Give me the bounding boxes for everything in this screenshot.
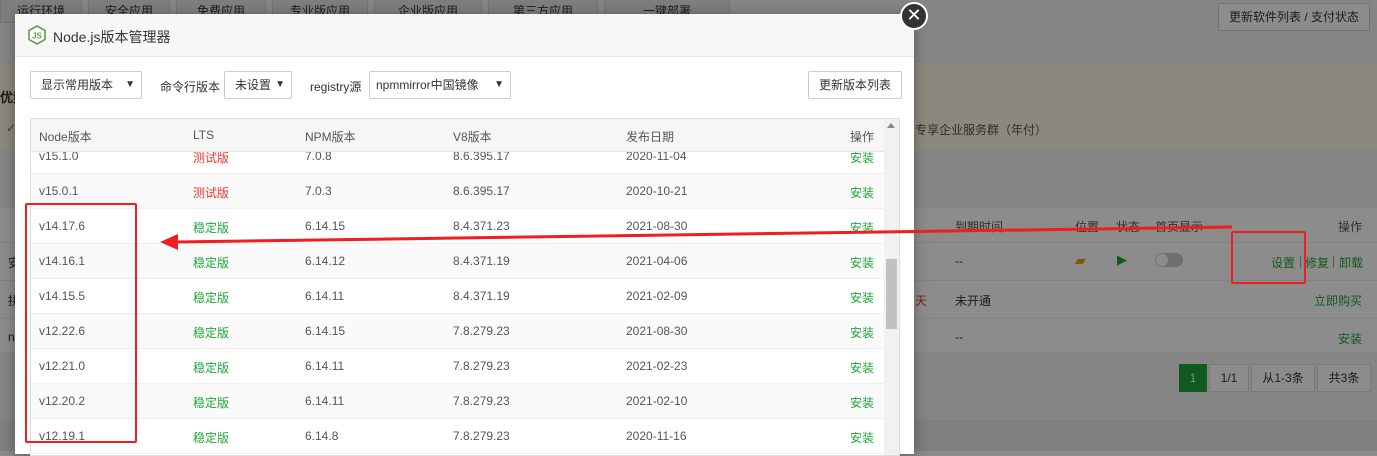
col-v8-version: V8版本 <box>453 130 492 144</box>
col-lts: LTS <box>193 128 215 142</box>
annotation-arrow <box>160 225 1233 250</box>
col-action: 操作 <box>850 130 875 144</box>
col-release-date: 发布日期 <box>626 130 675 144</box>
col-node-version: Node版本 <box>39 130 92 144</box>
version-table-header: Node版本 LTS NPM版本 V8版本 发布日期 操作 <box>31 119 884 152</box>
col-npm-version: NPM版本 <box>305 130 356 144</box>
